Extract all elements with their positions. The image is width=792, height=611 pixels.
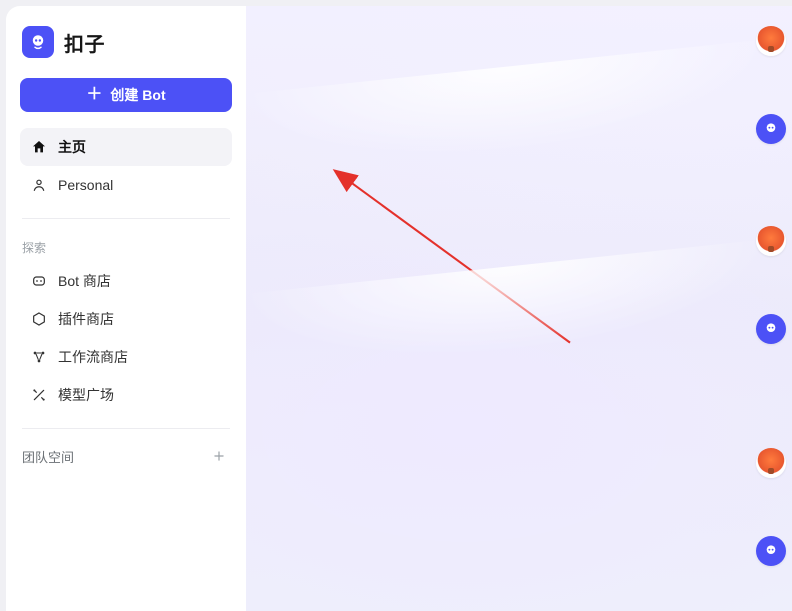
sidebar-item-personal[interactable]: Personal xyxy=(20,166,232,204)
sidebar-item-label: 模型广场 xyxy=(58,385,114,405)
sidebar-item-workflow-store[interactable]: 工作流商店 xyxy=(20,338,232,376)
sidebar: 扣子 ＋ 创建 Bot 主页 Personal 探索 Bot 商店 xyxy=(6,6,246,611)
dock-item-bot[interactable] xyxy=(756,536,786,566)
brand-logo-icon xyxy=(22,26,54,58)
sidebar-item-label: Personal xyxy=(58,177,113,193)
plus-icon: ＋ xyxy=(86,87,102,103)
team-space-row: 团队空间 xyxy=(20,443,232,469)
sidebar-item-label: 插件商店 xyxy=(58,309,114,329)
create-bot-button[interactable]: ＋ 创建 Bot xyxy=(20,78,232,112)
divider xyxy=(22,428,230,429)
brand-name: 扣子 xyxy=(64,28,105,57)
sidebar-item-label: 工作流商店 xyxy=(58,347,128,367)
sidebar-item-home[interactable]: 主页 xyxy=(20,128,232,166)
dock-item-bot[interactable] xyxy=(756,114,786,144)
brand: 扣子 xyxy=(20,24,232,78)
dock-item-bot[interactable] xyxy=(756,314,786,344)
workflow-icon xyxy=(30,348,48,366)
bot-store-icon xyxy=(30,272,48,290)
home-icon xyxy=(30,138,48,156)
annotation-arrow xyxy=(246,6,792,611)
divider xyxy=(22,218,230,219)
add-team-button[interactable] xyxy=(208,445,230,467)
team-space-title: 团队空间 xyxy=(22,447,74,466)
sidebar-item-label: Bot 商店 xyxy=(58,271,111,291)
create-bot-label: 创建 Bot xyxy=(110,85,165,105)
section-title-explore: 探索 xyxy=(22,239,232,256)
dock-item-avatar[interactable] xyxy=(756,226,786,256)
main-area xyxy=(246,6,792,611)
sidebar-item-label: 主页 xyxy=(58,137,86,157)
model-icon xyxy=(30,386,48,404)
plus-icon xyxy=(212,449,226,463)
sidebar-item-model-plaza[interactable]: 模型广场 xyxy=(20,376,232,414)
right-dock xyxy=(756,26,786,566)
sidebar-item-plugin-store[interactable]: 插件商店 xyxy=(20,300,232,338)
plugin-icon xyxy=(30,310,48,328)
sidebar-item-bot-store[interactable]: Bot 商店 xyxy=(20,262,232,300)
person-icon xyxy=(30,176,48,194)
dock-item-avatar[interactable] xyxy=(756,448,786,478)
dock-item-avatar[interactable] xyxy=(756,26,786,56)
